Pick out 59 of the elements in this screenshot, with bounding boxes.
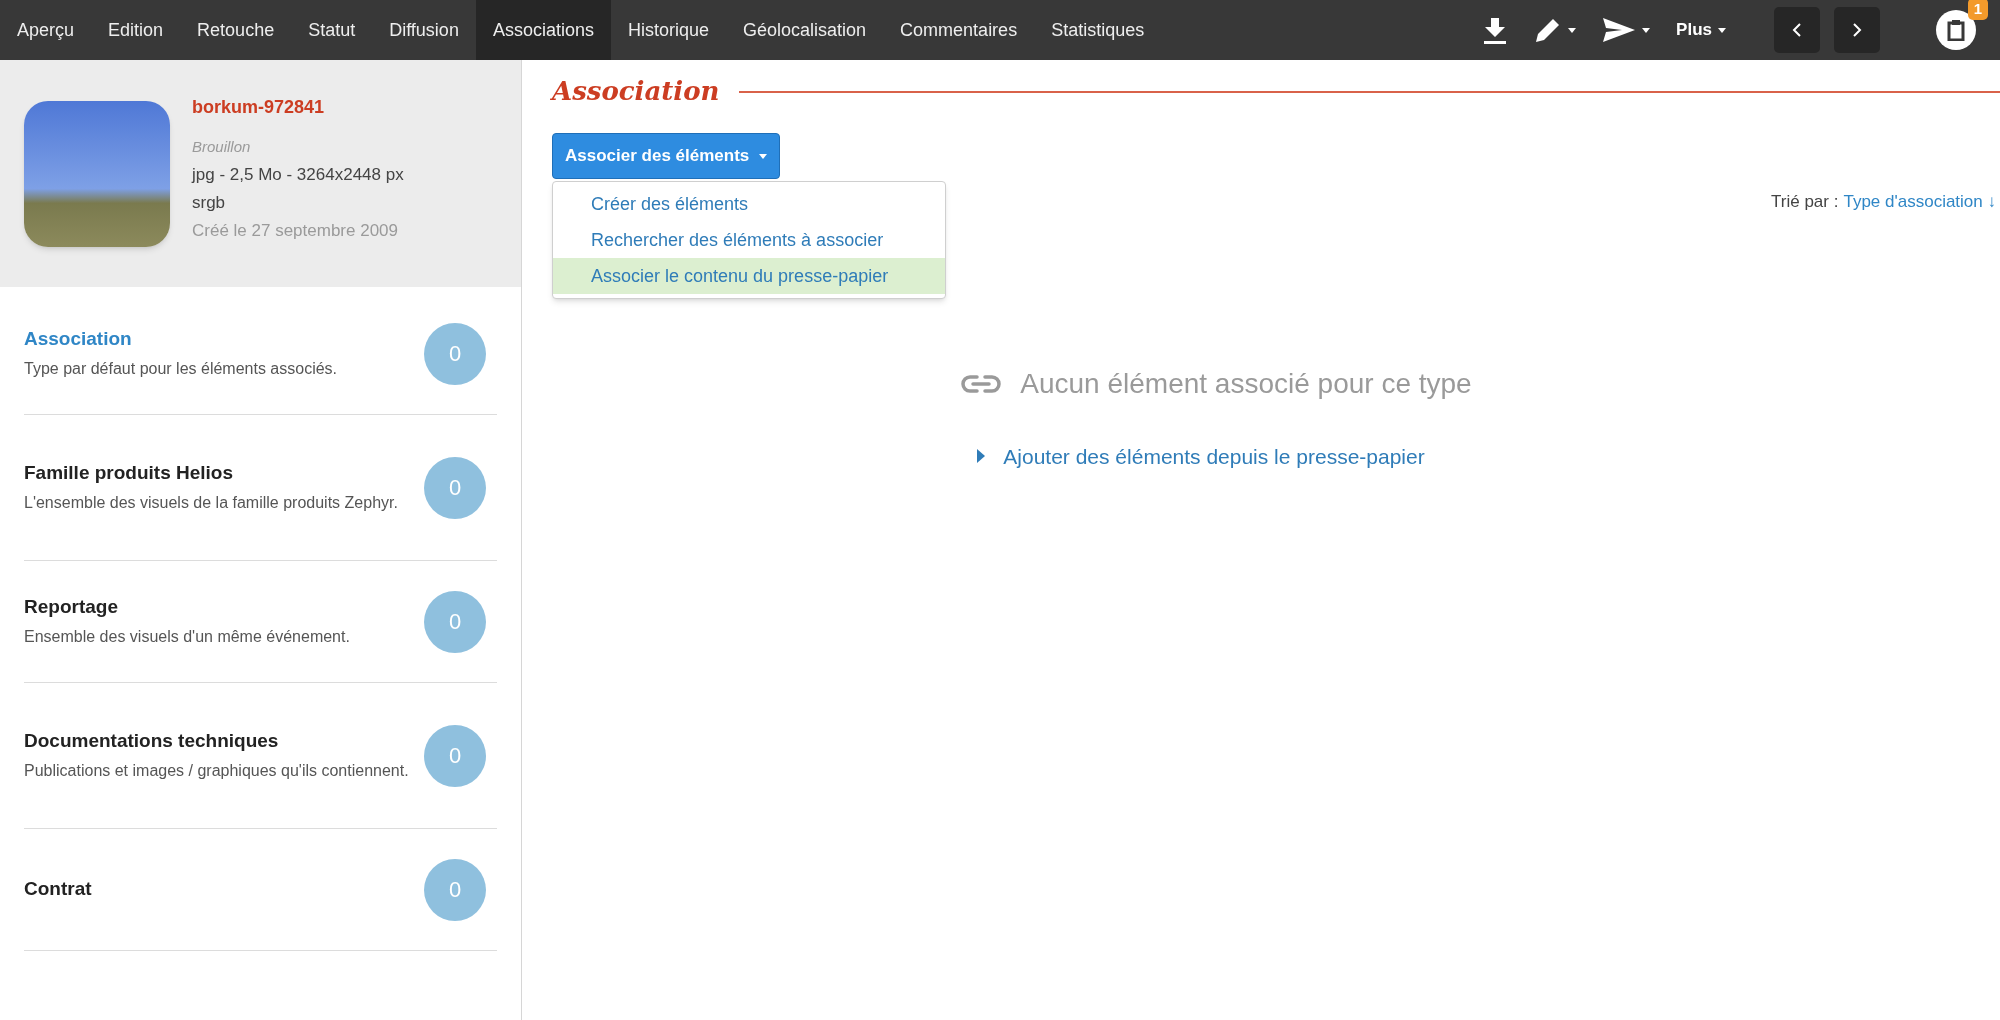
association-type-title: Documentations techniques [24,729,280,754]
asset-created-date: Créé le 27 septembre 2009 [192,219,400,242]
association-type-description: L'ensemble des visuels de la famille produits Zephyr. [24,492,399,513]
nav-tab[interactable]: Géolocalisation [726,0,884,60]
associate-elements-button[interactable]: Associer des éléments [552,133,781,179]
association-type-description: Publications et images / graphiques qu'ils contiennent. [24,760,410,781]
association-type-title: Famille produits Helios [24,461,235,486]
nav-tab[interactable]: Aperçu [0,0,92,60]
chevron-left-icon [1792,22,1802,38]
count-badge: 0 [424,322,486,385]
association-type-title: Association [24,327,133,352]
section-title: Association [552,75,720,108]
sort-label: Trié par : [1771,191,1839,213]
association-type-item[interactable]: Association Type par défaut pour les éléments associés. 0 [24,293,497,415]
nav-tab[interactable]: Associations [475,0,611,60]
caret-icon [1718,27,1726,33]
asset-file-info: jpg - 2,5 Mo - 3264x2448 px [192,163,404,186]
chevron-right-icon [1852,22,1862,38]
clipboard-count-badge: 1 [1967,0,1988,20]
nav-tab[interactable]: Diffusion [372,0,476,60]
dropdown-menu-item[interactable]: Rechercher des éléments à associer [553,222,945,258]
association-type-item[interactable]: Contrat 0 [24,829,497,951]
clipboard-icon [1947,19,1965,41]
count-badge: 0 [424,456,486,519]
clipboard-button[interactable] [1936,10,1976,50]
association-type-item[interactable]: Documentations techniques Publications et images / graphiques qu'ils contiennent. 0 [24,683,497,829]
more-menu-button[interactable]: Plus [1676,17,1726,43]
asset-colorspace: srgb [192,191,227,214]
count-badge: 0 [424,858,486,921]
association-type-item[interactable]: Famille produits Helios L'ensemble des visuels de la famille produits Zephyr. 0 [24,415,497,561]
asset-name: borkum-972841 [192,95,326,119]
count-badge: 0 [424,724,486,787]
send-menu-button[interactable] [1602,17,1651,43]
add-from-clipboard-link[interactable]: Ajouter des éléments depuis le presse-papier [977,440,1425,472]
edit-menu-button[interactable] [1534,16,1577,44]
caret-icon [1642,27,1651,33]
count-badge: 0 [424,590,486,653]
nav-tab[interactable]: Statut [291,0,373,60]
association-type-description: Ensemble des visuels d'un même événement. [24,626,351,647]
dropdown-menu-item[interactable]: Associer le contenu du presse-papier [553,258,945,294]
caret-right-icon [977,449,986,464]
nav-tab[interactable]: Commentaires [883,0,1035,60]
dropdown-menu-item[interactable]: Créer des éléments [553,186,945,222]
empty-state-message: Aucun élément associé pour ce type [1020,366,1472,401]
association-type-title: Reportage [24,595,119,620]
caret-icon [759,153,768,159]
sort-link[interactable]: Type d'association ↓ [1843,189,1996,215]
link-icon [960,372,1003,395]
nav-tab[interactable]: Edition [91,0,181,60]
association-type-item[interactable]: Reportage Ensemble des visuels d'un même événement. 0 [24,561,497,683]
nav-tab[interactable]: Retouche [180,0,292,60]
send-icon [1602,17,1637,43]
caret-icon [1568,27,1577,33]
nav-tab[interactable]: Historique [610,0,726,60]
download-icon[interactable] [1482,16,1509,44]
association-type-description: Type par défaut pour les éléments associés. [24,358,339,379]
association-type-title: Contrat [24,877,93,902]
nav-tab[interactable]: Statistiques [1034,0,1162,60]
asset-status: Brouillon [192,136,252,157]
